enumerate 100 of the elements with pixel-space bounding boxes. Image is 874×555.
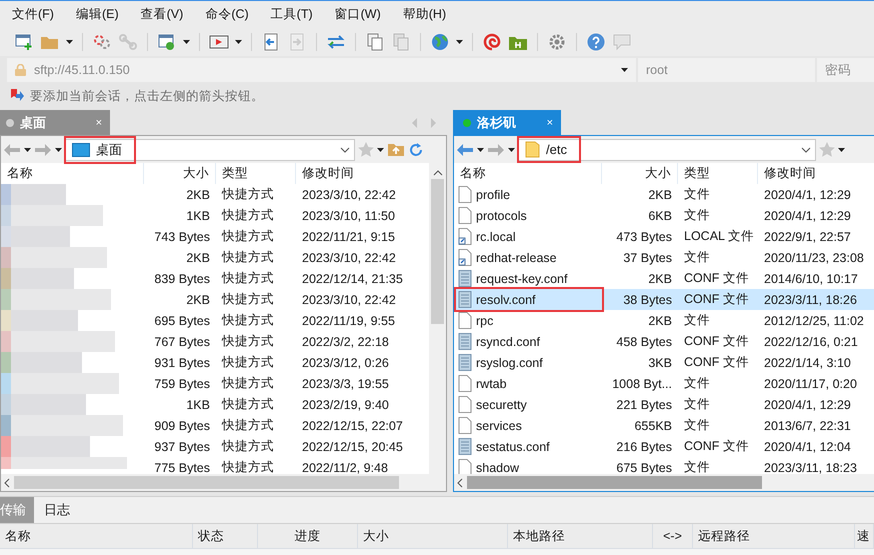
flag-arrow-icon[interactable] bbox=[10, 89, 24, 103]
horizontal-scrollbar[interactable] bbox=[454, 474, 874, 491]
caret-icon[interactable] bbox=[838, 148, 845, 152]
file-size: 937 Bytes bbox=[153, 440, 211, 454]
spiral-icon[interactable] bbox=[482, 33, 502, 51]
menu-item[interactable]: 编辑(E) bbox=[76, 6, 119, 23]
file-type: LOCAL 文件 bbox=[683, 228, 756, 245]
play-screen-icon[interactable] bbox=[209, 33, 229, 51]
chevron-down-icon[interactable] bbox=[340, 146, 350, 152]
column-header[interactable]: 修改时间 bbox=[758, 163, 874, 184]
file-size: 38 Bytes bbox=[622, 292, 673, 306]
file-name[interactable]: sestatus.conf bbox=[476, 440, 550, 454]
caret-icon[interactable] bbox=[235, 40, 242, 44]
horizontal-scrollbar[interactable] bbox=[1, 474, 446, 491]
scroll-left-icon[interactable] bbox=[457, 478, 463, 488]
session-tab[interactable]: 洛杉矶 × bbox=[453, 110, 561, 135]
menu-item[interactable]: 窗口(W) bbox=[334, 6, 381, 23]
file-name[interactable]: rc.local bbox=[476, 230, 516, 244]
refresh-icon[interactable] bbox=[408, 142, 424, 158]
caret-icon[interactable] bbox=[456, 40, 463, 44]
file-size: 2KB bbox=[647, 272, 673, 286]
caret-icon[interactable] bbox=[621, 68, 628, 72]
file-size: 458 Bytes bbox=[615, 334, 673, 348]
file-size: 473 Bytes bbox=[615, 230, 673, 244]
caret-icon[interactable] bbox=[55, 148, 62, 152]
file-name[interactable]: rpc bbox=[476, 314, 494, 328]
chevron-down-icon[interactable] bbox=[801, 146, 811, 152]
caret-icon[interactable] bbox=[377, 148, 384, 152]
globe-icon[interactable] bbox=[430, 33, 450, 51]
scroll-left-icon[interactable] bbox=[4, 478, 10, 488]
column-header[interactable]: 大小 bbox=[144, 163, 216, 184]
swap-arrows-icon[interactable] bbox=[326, 33, 346, 51]
text-file-icon bbox=[458, 438, 472, 455]
file-name[interactable]: resolv.conf bbox=[476, 292, 536, 306]
column-header[interactable]: 大小 bbox=[602, 163, 678, 184]
file-name[interactable]: request-key.conf bbox=[476, 272, 568, 286]
file-name[interactable]: securetty bbox=[476, 398, 527, 412]
file-name[interactable]: protocols bbox=[476, 208, 527, 222]
file-type: CONF 文件 bbox=[683, 333, 750, 350]
file-type: 快捷方式 bbox=[220, 354, 275, 371]
file-size: 775 Bytes bbox=[153, 460, 211, 474]
file-name[interactable]: services bbox=[476, 418, 522, 432]
menu-item[interactable]: 命令(C) bbox=[205, 6, 249, 23]
shortcut-file-icon bbox=[458, 228, 472, 245]
caret-icon[interactable] bbox=[183, 40, 190, 44]
modified-time: 2022/12/15, 20:45 bbox=[301, 440, 404, 454]
menu-item[interactable]: 文件(F) bbox=[12, 6, 54, 23]
column-header[interactable]: 大小 bbox=[358, 524, 508, 548]
file-name[interactable]: rsyslog.conf bbox=[476, 356, 543, 370]
file-icon bbox=[458, 396, 472, 413]
file-type: CONF 文件 bbox=[683, 438, 750, 455]
selected-file-row[interactable]: resolv.conf 38 Bytes CONF 文件 2023/3/11, 18:26 bbox=[454, 289, 874, 310]
column-header[interactable]: <-> bbox=[653, 524, 693, 548]
file-name[interactable]: rwtab bbox=[476, 376, 507, 390]
modified-time: 2022/12/16, 0:21 bbox=[763, 334, 859, 348]
column-header[interactable]: 速 bbox=[855, 524, 874, 548]
panel-tab[interactable]: 日志 bbox=[34, 497, 78, 523]
file-icon bbox=[458, 375, 472, 392]
file-type: 快捷方式 bbox=[220, 207, 275, 224]
menu-item[interactable]: 工具(T) bbox=[270, 6, 313, 23]
modified-time: 2020/4/1, 12:29 bbox=[763, 208, 852, 222]
file-name[interactable]: shadow bbox=[476, 460, 520, 474]
column-header[interactable]: 名称 bbox=[0, 524, 193, 548]
star-icon[interactable] bbox=[819, 142, 835, 157]
settings-icon[interactable] bbox=[547, 33, 567, 51]
copy-icon[interactable] bbox=[365, 33, 385, 51]
file-type: 快捷方式 bbox=[220, 459, 275, 474]
caret-icon[interactable] bbox=[508, 148, 515, 152]
menu-item[interactable]: 查看(V) bbox=[140, 6, 184, 23]
file-size: 767 Bytes bbox=[153, 334, 211, 348]
column-header[interactable]: 类型 bbox=[216, 163, 296, 184]
path-field[interactable]: /etc bbox=[518, 138, 816, 160]
column-header[interactable]: 名称 bbox=[454, 163, 602, 184]
column-header[interactable]: 远程路径 bbox=[693, 524, 855, 548]
column-header[interactable]: 类型 bbox=[678, 163, 758, 184]
modified-time: 2014/6/10, 10:17 bbox=[763, 272, 859, 286]
file-name[interactable]: rsyncd.conf bbox=[476, 334, 540, 348]
help-icon[interactable] bbox=[586, 33, 606, 51]
caret-icon[interactable] bbox=[24, 148, 31, 152]
modified-time: 2013/6/7, 22:31 bbox=[763, 418, 852, 432]
file-name[interactable]: profile bbox=[476, 188, 510, 202]
close-icon[interactable]: × bbox=[546, 116, 553, 128]
scroll-up-icon[interactable] bbox=[432, 169, 442, 177]
column-header[interactable]: 状态 bbox=[193, 524, 258, 548]
star-icon[interactable] bbox=[358, 142, 374, 157]
modified-time: 2020/4/1, 12:29 bbox=[763, 398, 852, 412]
file-name[interactable]: redhat-release bbox=[476, 250, 557, 264]
column-header[interactable]: 本地路径 bbox=[508, 524, 653, 548]
column-header[interactable]: 进度 bbox=[258, 524, 358, 548]
password-field[interactable]: 密码 bbox=[817, 58, 874, 82]
file-size: 3KB bbox=[647, 356, 673, 370]
modified-time: 2022/9/1, 22:57 bbox=[763, 230, 852, 244]
caret-icon[interactable] bbox=[477, 148, 484, 152]
menu-item[interactable]: 帮助(H) bbox=[402, 6, 446, 23]
file-icon bbox=[458, 459, 472, 474]
file-type: 快捷方式 bbox=[220, 228, 275, 245]
broken-link-icon[interactable] bbox=[92, 33, 112, 51]
new-window-icon[interactable] bbox=[14, 33, 34, 51]
caret-icon[interactable] bbox=[66, 40, 73, 44]
username-field[interactable]: root bbox=[638, 58, 815, 82]
